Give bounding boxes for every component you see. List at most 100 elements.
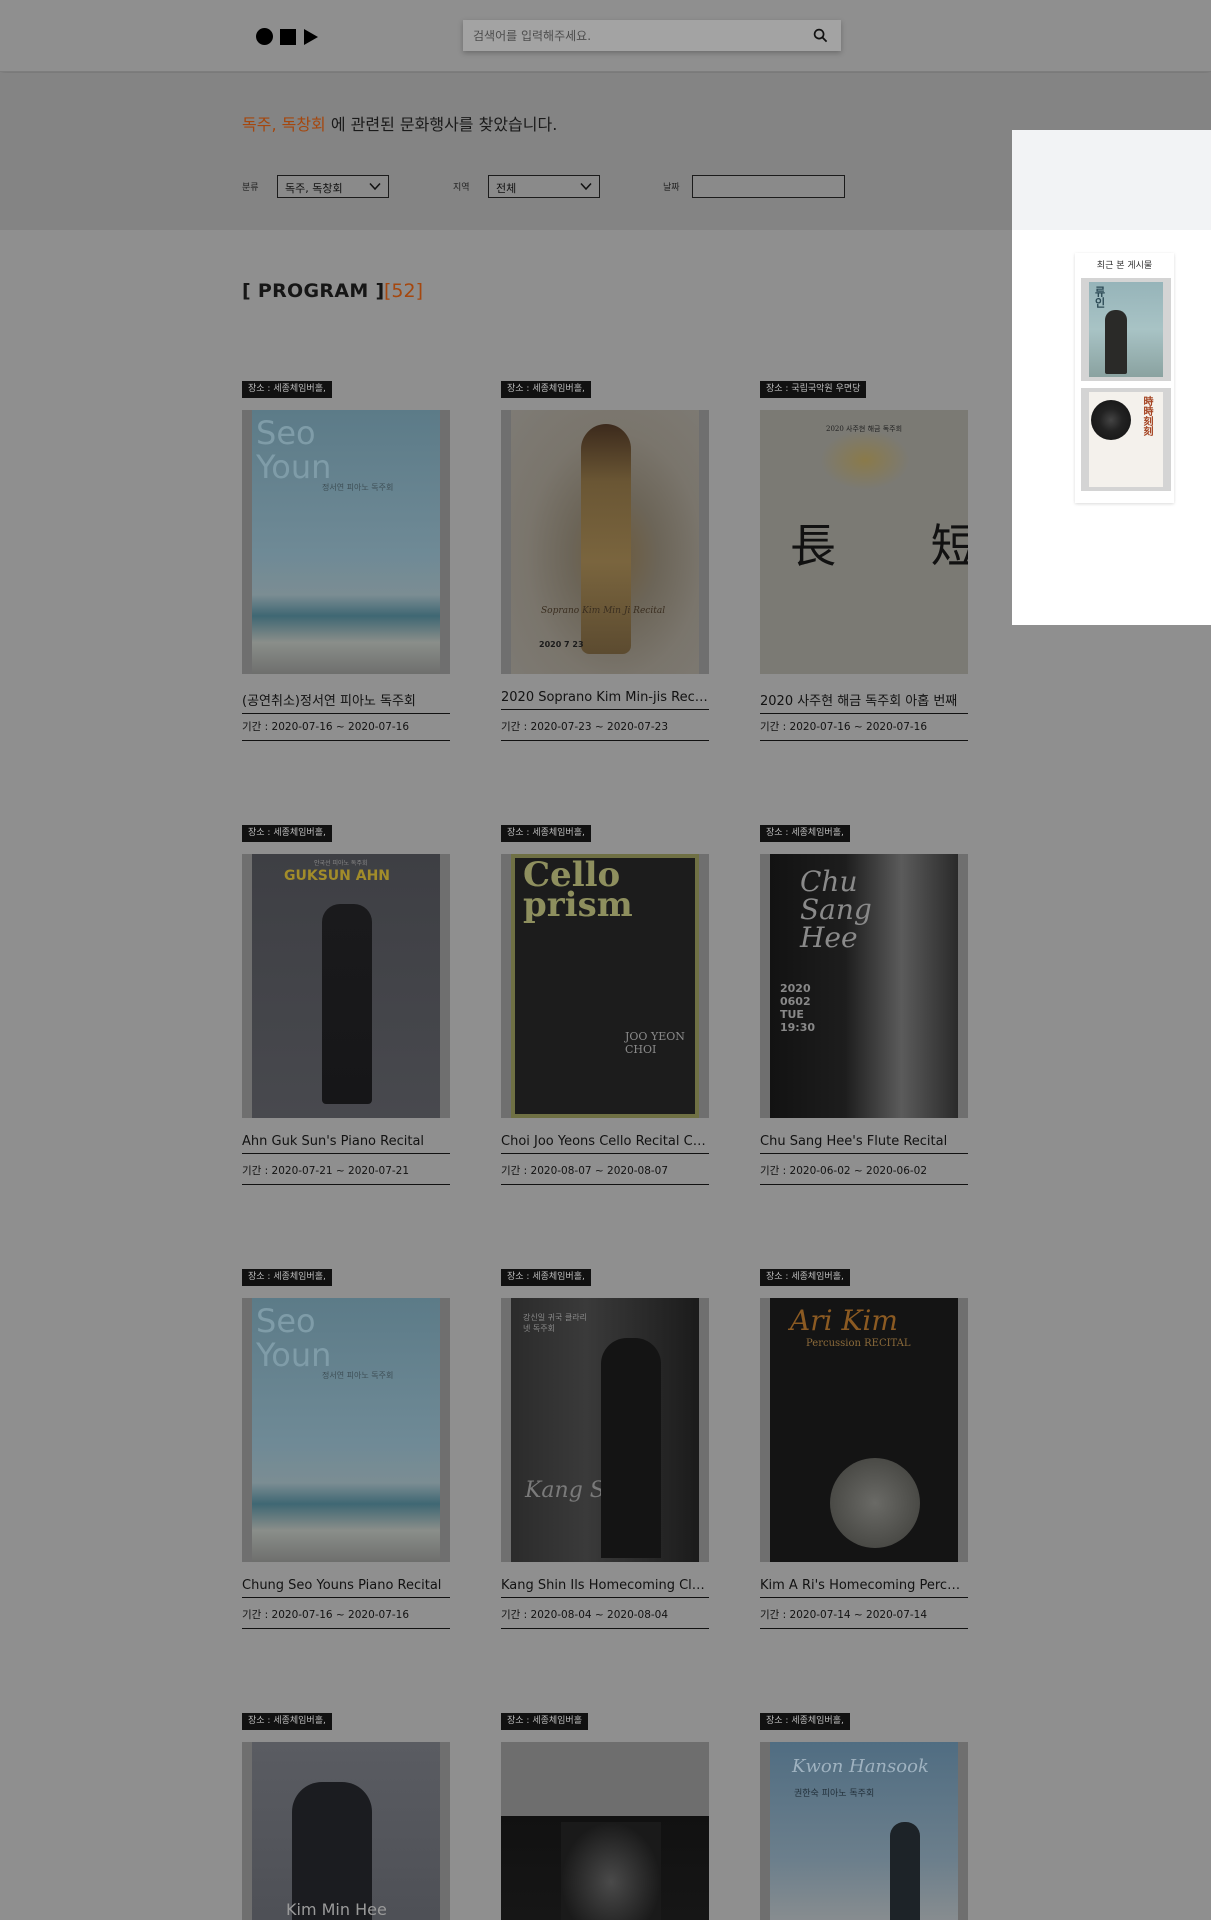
chevron-down-icon: [369, 182, 381, 191]
poster-title: Ari Kim: [790, 1304, 898, 1337]
venue-tag: 장소 : 세종체임버홀,: [242, 381, 332, 398]
poster-image[interactable]: Kim Min Hee: [242, 1742, 450, 1920]
card-period: 기간 : 2020-07-23 ~ 2020-07-23: [501, 719, 709, 741]
poster-image[interactable]: Kang Shinil 강신일 귀국 클라리넷 독주회: [501, 1298, 709, 1562]
poster-subtitle: 권한숙 피아노 독주회: [794, 1789, 875, 1799]
poster-title: Kim Min Hee: [286, 1900, 387, 1919]
poster-image[interactable]: Soprano Kim Min Ji Recital 2020 7 23: [501, 410, 709, 674]
thumb-figure: [1105, 310, 1127, 374]
venue-tag: 장소 : 세종체임버홀,: [501, 381, 591, 398]
card-title[interactable]: Chung Seo Youns Piano Recital: [242, 1578, 450, 1598]
header: [0, 0, 1211, 72]
card-period: 기간 : 2020-08-04 ~ 2020-08-04: [501, 1607, 709, 1629]
poster-subtitle: Percussion RECITAL: [806, 1338, 911, 1349]
category-label: 분류: [242, 183, 259, 193]
poster-subtitle: 안국선 피아노 독주회: [314, 860, 368, 867]
poster-subtitle: 2020 0602 TUE 19:30: [780, 982, 816, 1034]
poster-subtitle: 정서연 피아노 독주회: [322, 483, 394, 492]
venue-tag: 장소 : 세종체임버홀: [501, 1713, 588, 1730]
poster-figure: [581, 424, 631, 654]
date-input[interactable]: [692, 175, 845, 198]
venue-tag: 장소 : 세종체임버홀,: [242, 1269, 332, 1286]
recent-thumb[interactable]: 류인: [1081, 278, 1171, 381]
search-input[interactable]: [473, 20, 803, 51]
poster-title: Chu Sang Hee: [800, 865, 872, 954]
venue-tag: 장소 : 세종체임버홀,: [242, 825, 332, 842]
recent-viewed-box: 최근 본 게시물 류인 時時刻刻: [1075, 253, 1174, 503]
poster-image[interactable]: Kwon Hansook 권한숙 피아노 독주회: [760, 1742, 968, 1920]
poster-subtitle: 2020 사주현 해금 독주회: [826, 425, 903, 433]
poster-subtitle: 강신일 귀국 클라리넷 독주회: [523, 1313, 587, 1333]
poster-image[interactable]: 長 短 2020 사주현 해금 독주회: [760, 410, 968, 674]
poster-figure: [322, 904, 372, 1104]
poster-title: Seo Youn: [256, 414, 332, 486]
venue-tag: 장소 : 세종체임버홀,: [760, 1713, 850, 1730]
result-message: 독주, 독창회 에 관련된 문화행사를 찾았습니다.: [242, 111, 557, 135]
card-title[interactable]: Choi Joo Yeons Cello Recital Cello Prism: [501, 1134, 709, 1154]
thumb-record: [1091, 400, 1131, 440]
result-keyword: 독주, 독창회: [242, 115, 326, 134]
poster-subtitle: 정서연 피아노 독주회: [322, 1371, 394, 1380]
card-title[interactable]: Chu Sang Hee's Flute Recital: [760, 1134, 968, 1154]
card-period: 기간 : 2020-08-07 ~ 2020-08-07: [501, 1163, 709, 1185]
poster-drum: [830, 1458, 920, 1548]
venue-tag: 장소 : 세종체임버홀,: [501, 825, 591, 842]
recent-thumb[interactable]: 時時刻刻: [1081, 388, 1171, 491]
poster-figure: [561, 1822, 661, 1920]
card-period: 기간 : 2020-07-16 ~ 2020-07-16: [760, 719, 968, 741]
card-title[interactable]: 2020 사주현 해금 독주회 아홉 번째: [760, 690, 968, 714]
poster-subtitle: JOO YEON CHOI: [625, 1030, 685, 1056]
poster-figure: [601, 1338, 661, 1558]
card-period: 기간 : 2020-07-16 ~ 2020-07-16: [242, 1607, 450, 1629]
card-period: 기간 : 2020-06-02 ~ 2020-06-02: [760, 1163, 968, 1185]
poster-title: 長 短: [790, 519, 968, 573]
program-title: [ PROGRAM ]: [242, 280, 385, 302]
search-box: [463, 20, 841, 51]
poster-title: Seo Youn: [256, 1302, 332, 1374]
card-title[interactable]: (공연취소)정서연 피아노 독주회: [242, 690, 450, 714]
poster-image[interactable]: [501, 1742, 709, 1920]
card-title[interactable]: Kim A Ri's Homecoming Percussion Recital: [760, 1578, 968, 1598]
category-select[interactable]: 독주, 독창회: [277, 175, 389, 198]
region-select[interactable]: 전체: [488, 175, 600, 198]
card-title[interactable]: 2020 Soprano Kim Min-jis Recital: [501, 690, 709, 710]
poster-image[interactable]: Seo Youn 정서연 피아노 독주회: [242, 1298, 450, 1562]
poster-title: Kwon Hansook: [792, 1756, 929, 1777]
card-period: 기간 : 2020-07-16 ~ 2020-07-16: [242, 719, 450, 741]
chevron-down-icon: [580, 182, 592, 191]
card-title[interactable]: Ahn Guk Sun's Piano Recital: [242, 1134, 450, 1154]
poster-image[interactable]: Cello prism JOO YEON CHOI: [501, 854, 709, 1118]
poster-image[interactable]: GUKSUN AHN 안국선 피아노 독주회: [242, 854, 450, 1118]
poster-flower: [820, 430, 910, 490]
venue-tag: 장소 : 국립국악원 우면당: [760, 381, 867, 398]
logo-circle-icon: [256, 28, 273, 45]
poster-title: Cello prism: [523, 855, 633, 925]
side-panel-header: [1012, 130, 1211, 230]
recent-thumb-title: 류인: [1093, 286, 1106, 308]
poster-subtitle: 2020 7 23: [539, 640, 584, 649]
region-select-value: 전체: [496, 182, 517, 195]
venue-tag: 장소 : 세종체임버홀,: [501, 1269, 591, 1286]
program-count: [52]: [384, 280, 424, 302]
card-title[interactable]: Kang Shin Ils Homecoming Clarinet Recita…: [501, 1578, 709, 1598]
card-period: 기간 : 2020-07-14 ~ 2020-07-14: [760, 1607, 968, 1629]
region-label: 지역: [453, 183, 470, 193]
poster-title: GUKSUN AHN: [284, 868, 391, 884]
poster-image[interactable]: Seo Youn 정서연 피아노 독주회: [242, 410, 450, 674]
result-text: 에 관련된 문화행사를 찾았습니다.: [330, 115, 558, 134]
poster-figure: [890, 1822, 920, 1920]
venue-tag: 장소 : 세종체임버홀,: [760, 825, 850, 842]
poster-image[interactable]: Chu Sang Hee 2020 0602 TUE 19:30: [760, 854, 968, 1118]
category-select-value: 독주, 독창회: [285, 182, 343, 195]
venue-tag: 장소 : 세종체임버홀,: [242, 1713, 332, 1730]
side-panel: 최근 본 게시물 류인 時時刻刻: [1012, 130, 1211, 625]
card-period: 기간 : 2020-07-21 ~ 2020-07-21: [242, 1163, 450, 1185]
recent-viewed-title: 최근 본 게시물: [1096, 261, 1153, 271]
logo-play-icon: [304, 28, 318, 45]
recent-thumb-title: 時時刻刻: [1141, 396, 1152, 436]
logo-square-icon: [280, 28, 296, 45]
poster-image[interactable]: Ari Kim Percussion RECITAL: [760, 1298, 968, 1562]
search-icon[interactable]: [813, 28, 828, 43]
date-label: 날짜: [663, 183, 680, 193]
logo[interactable]: [256, 28, 318, 45]
